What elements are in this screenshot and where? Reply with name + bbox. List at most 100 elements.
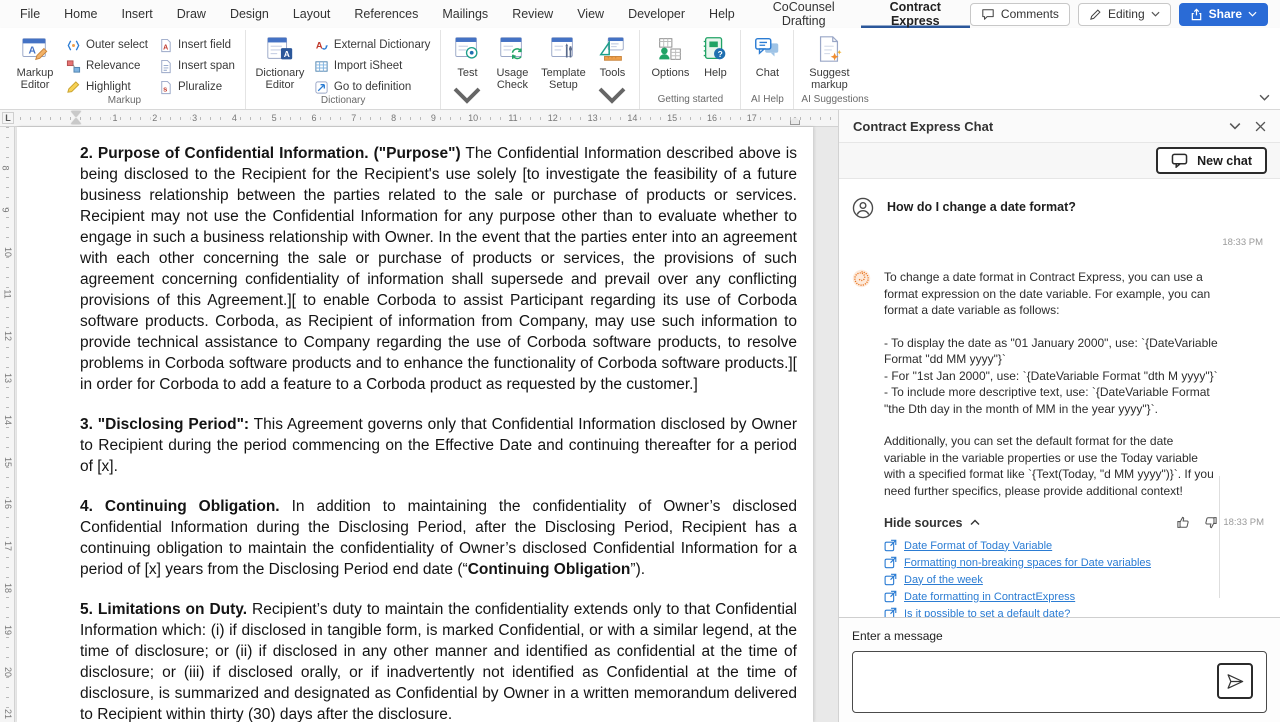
suggest-markup-icon	[814, 34, 844, 64]
collapse-ribbon-button[interactable]	[1259, 89, 1270, 104]
menu-tab[interactable]: CoCounsel Drafting	[747, 0, 861, 28]
ribbon-group-label: Getting started	[647, 94, 733, 109]
menu-tab[interactable]: Mailings	[430, 0, 500, 28]
source-link[interactable]: Is it possible to set a default date?	[904, 608, 1070, 618]
insert-field-button[interactable]: A Insert field	[155, 37, 238, 53]
share-button[interactable]: Share	[1179, 3, 1268, 26]
options-icon	[655, 34, 685, 64]
menu-tab[interactable]: Contract Express	[861, 0, 970, 28]
insert-span-icon	[158, 59, 173, 74]
send-button[interactable]	[1217, 663, 1253, 699]
button-label: Usage Check	[491, 67, 533, 91]
source-link[interactable]: Date formatting in ContractExpress	[904, 591, 1075, 603]
relevance-button[interactable]: Relevance	[63, 58, 151, 74]
first-line-indent-marker[interactable]	[71, 111, 81, 117]
external-link-icon	[884, 573, 897, 586]
document-page[interactable]: 2. Purpose of Confidential Information. …	[17, 127, 813, 722]
chevron-down-icon	[1259, 94, 1270, 101]
chat-button[interactable]: Chat	[748, 31, 786, 79]
menu-tab[interactable]: Developer	[616, 0, 697, 28]
ruler-number: 12	[3, 331, 13, 341]
ruler-number: 18	[3, 583, 13, 593]
ruler-number: 8	[389, 113, 398, 123]
outer-select-button[interactable]: Outer select	[63, 37, 151, 53]
insert-span-button[interactable]: Insert span	[155, 58, 238, 74]
ribbon: A Markup Editor Outer select Relevance	[0, 28, 1280, 110]
ribbon-group-markup: A Markup Editor Outer select Relevance	[4, 30, 245, 109]
editing-mode-button[interactable]: Editing	[1078, 3, 1171, 26]
insert-field-icon: A	[158, 38, 173, 53]
go-to-definition-icon	[314, 80, 329, 95]
button-label: Pluralize	[178, 81, 222, 93]
pluralize-button[interactable]: s Pluralize	[155, 79, 238, 95]
word-window: FileHomeInsertDrawDesignLayoutReferences…	[0, 0, 1280, 722]
dictionary-editor-button[interactable]: A Dictionary Editor	[253, 31, 307, 91]
button-label: Relevance	[86, 60, 140, 72]
thumbs-down-button[interactable]	[1203, 515, 1218, 530]
message-input[interactable]	[853, 652, 1266, 712]
menu-tab[interactable]: File	[8, 0, 52, 28]
options-button[interactable]: Options	[647, 31, 693, 79]
close-panel-button[interactable]	[1255, 121, 1266, 132]
dictionary-editor-icon: A	[265, 34, 295, 64]
external-dictionary-button[interactable]: A External Dictionary	[311, 37, 434, 53]
new-chat-label: New chat	[1197, 154, 1252, 168]
relevance-icon	[66, 59, 81, 74]
button-label: Insert span	[178, 60, 235, 72]
menu-tab[interactable]: Layout	[281, 0, 343, 28]
source-link[interactable]: Formatting non-breaking spaces for Date …	[904, 557, 1151, 569]
editing-label: Editing	[1108, 7, 1145, 21]
suggest-markup-button[interactable]: Suggest markup	[801, 31, 857, 91]
assistant-message-meta: Hide sources 18:33 PM	[884, 515, 1218, 530]
menu-tab[interactable]: Insert	[110, 0, 165, 28]
template-setup-button[interactable]: Template Setup	[538, 31, 588, 91]
new-chat-button[interactable]: New chat	[1156, 147, 1267, 174]
help-button[interactable]: ? Help	[697, 31, 733, 79]
ruler-number: 13	[3, 373, 13, 383]
markup-editor-icon: A	[20, 34, 50, 64]
hide-sources-label: Hide sources	[884, 516, 963, 530]
hide-sources-button[interactable]: Hide sources	[884, 516, 980, 530]
ruler-number: 13	[586, 113, 600, 123]
menu-tab[interactable]: Help	[697, 0, 747, 28]
menu-tab[interactable]: Design	[218, 0, 281, 28]
pluralize-icon: s	[158, 80, 173, 95]
external-link-icon	[884, 539, 897, 552]
menu-tab[interactable]: References	[342, 0, 430, 28]
message-scroll-divider	[1219, 476, 1220, 598]
import-isheet-button[interactable]: Import iSheet	[311, 58, 434, 74]
ruler-number: 16	[705, 113, 719, 123]
import-isheet-icon	[314, 59, 329, 74]
source-link[interactable]: Day of the week	[904, 574, 983, 586]
menu-tab[interactable]: View	[565, 0, 616, 28]
button-label: Import iSheet	[334, 60, 402, 72]
panel-title: Contract Express Chat	[853, 119, 993, 134]
menu-tab[interactable]: Draw	[165, 0, 218, 28]
outer-select-icon	[66, 38, 81, 53]
panel-toolbar: New chat	[839, 143, 1280, 179]
tab-stop-selector[interactable]: L	[2, 112, 14, 124]
comments-button[interactable]: Comments	[970, 3, 1070, 26]
source-links: Date Format of Today Variable Formatting…	[884, 539, 1218, 617]
collapse-panel-button[interactable]	[1229, 122, 1241, 130]
ruler-number: 2	[150, 113, 159, 123]
ruler-number: 10	[3, 247, 13, 257]
usage-check-button[interactable]: Usage Check	[490, 31, 534, 91]
usage-check-icon	[497, 34, 527, 64]
menu-tab[interactable]: Home	[52, 0, 109, 28]
test-button[interactable]: Test	[448, 31, 486, 116]
button-label: Tools	[600, 67, 626, 79]
menu-tab[interactable]: Review	[500, 0, 565, 28]
ruler-number: 21	[3, 709, 13, 719]
go-to-definition-button[interactable]: Go to definition	[311, 79, 434, 95]
hanging-indent-marker[interactable]	[71, 118, 81, 124]
markup-editor-button[interactable]: A Markup Editor	[11, 31, 59, 91]
ribbon-group-dictionary: A Dictionary Editor A External Dictionar…	[245, 30, 441, 109]
tools-button[interactable]: Tools	[592, 31, 632, 116]
thumbs-up-button[interactable]	[1176, 515, 1191, 530]
source-link[interactable]: Date Format of Today Variable	[904, 540, 1052, 552]
ribbon-group-template: Test Usage Check	[440, 30, 639, 109]
ruler-number: 14	[3, 415, 13, 425]
highlight-button[interactable]: Highlight	[63, 79, 151, 95]
assistant-paragraph: To change a date format in Contract Expr…	[884, 269, 1218, 319]
